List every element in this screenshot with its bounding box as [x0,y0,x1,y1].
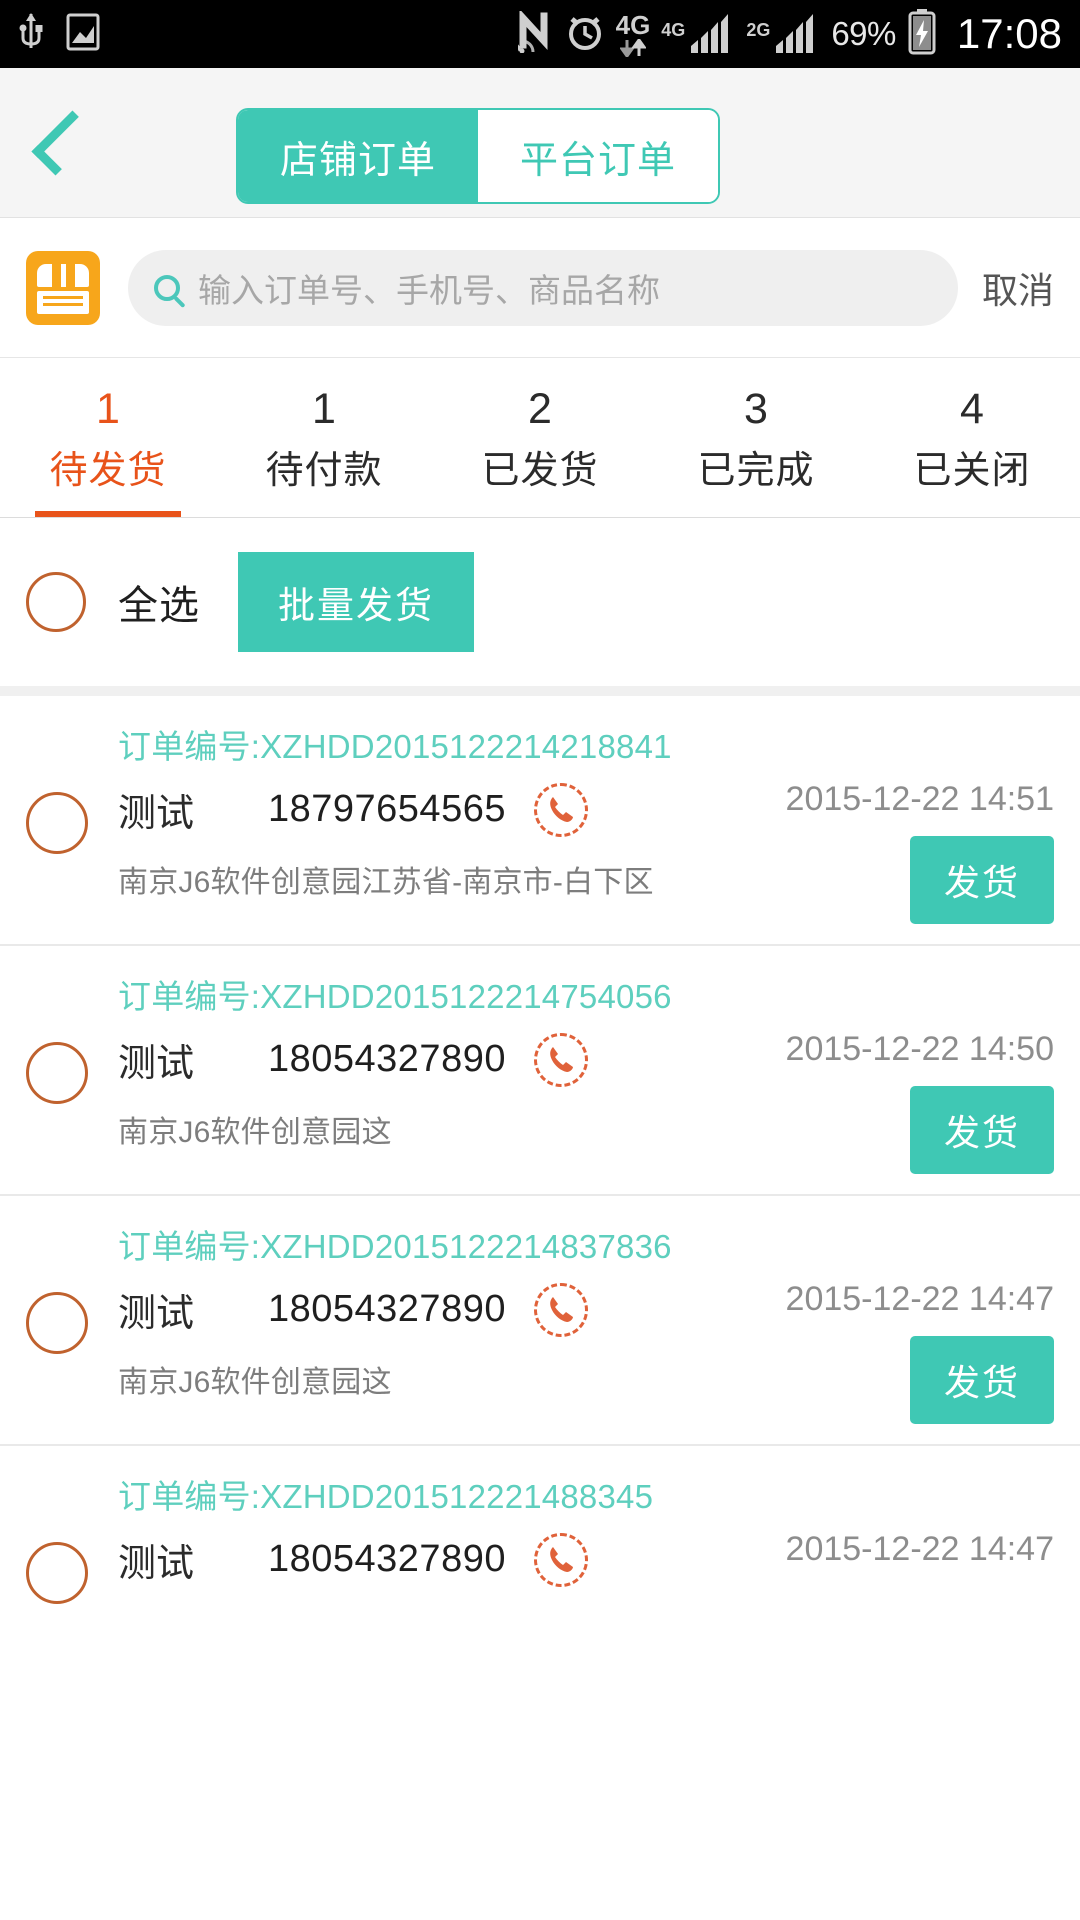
status-tab-label: 已完成 [697,449,815,492]
status-tab-pending-shipment[interactable]: 1 待发货 [0,358,216,517]
customer-name: 测试 [118,1043,195,1085]
phone-call-icon[interactable] [533,782,588,837]
status-tab-label: 已关闭 [913,449,1031,492]
battery-charging-icon [907,8,937,60]
back-button[interactable] [0,68,118,218]
ship-order-button[interactable]: 发货 [909,1086,1054,1174]
cancel-search-button[interactable]: 取消 [982,262,1054,314]
order-list-screen: 4G 4G 2G 69% 17:08 店铺订单 平台订单 输入订单号、手机号、商… [0,0,1080,1920]
ship-order-button[interactable]: 发货 [909,836,1054,924]
customer-phone: 18054327890 [268,1288,506,1330]
status-tab-count: 4 [960,385,984,434]
customer-name: 测试 [118,1543,195,1585]
status-tab-pending-payment[interactable]: 1 待付款 [216,358,432,517]
order-select-checkbox[interactable] [26,792,88,854]
status-tab-label: 待付款 [265,449,383,492]
order-select-checkbox[interactable] [26,1042,88,1104]
status-tab-label: 待发货 [49,449,167,492]
order-timestamp: 2015-12-22 14:51 [785,780,1054,818]
order-number-label: 订单编号:XZHDD2015122214837836 [118,1228,672,1265]
customer-phone: 18054327890 [268,1038,506,1080]
search-input[interactable]: 输入订单号、手机号、商品名称 [128,249,958,326]
store-body-shape [37,290,89,314]
customer-name: 测试 [118,793,195,835]
network-type-tertiary: 2G [746,20,771,40]
store-icon[interactable] [26,250,100,325]
network-type-secondary: 4G [661,20,686,40]
select-all-label: 全选 [118,584,200,628]
status-tab-completed[interactable]: 3 已完成 [648,358,864,517]
phone-call-icon[interactable] [533,1532,588,1587]
status-tab-label: 已发货 [481,449,599,492]
app-header: 店铺订单 平台订单 [0,68,1080,218]
status-tab-closed[interactable]: 4 已关闭 [864,358,1080,517]
table-row[interactable]: 订单编号:XZHDD2015122214218841 测试 1879765456… [0,696,1080,946]
order-number-label: 订单编号:XZHDD2015122214218841 [118,728,672,765]
status-tab-count: 1 [312,385,336,434]
ship-order-button[interactable]: 发货 [909,1336,1054,1424]
batch-ship-button[interactable]: 批量发货 [238,552,474,652]
select-all-checkbox[interactable] [26,572,86,632]
table-row[interactable]: 订单编号:XZHDD201512221488345 测试 18054327890 [0,1446,1080,1626]
customer-phone: 18054327890 [268,1538,506,1580]
chevron-left-icon [31,109,97,176]
status-tab-count: 2 [528,385,552,434]
bulk-action-bar: 全选 批量发货 [0,518,1080,696]
status-bar: 4G 4G 2G 69% 17:08 [0,0,1080,68]
nfc-icon [511,8,554,58]
order-select-checkbox[interactable] [26,1292,88,1354]
order-status-tabs: 1 待发货 1 待付款 2 已发货 3 已完成 4 已关闭 [0,358,1080,518]
status-tab-count: 3 [744,385,768,434]
status-tab-count: 1 [96,385,120,434]
tab-shop-orders[interactable]: 店铺订单 [238,110,478,202]
store-awning-shape [37,263,89,287]
phone-call-icon[interactable] [533,1282,588,1337]
order-list: 订单编号:XZHDD2015122214218841 测试 1879765456… [0,696,1080,1626]
tab-platform-orders[interactable]: 平台订单 [478,110,718,202]
signal-bars-sim2-icon: 2G [746,13,820,55]
order-source-segmented-control: 店铺订单 平台订单 [236,108,720,204]
table-row[interactable]: 订单编号:XZHDD2015122214754056 测试 1805432789… [0,946,1080,1196]
order-timestamp: 2015-12-22 14:47 [785,1280,1054,1318]
order-timestamp: 2015-12-22 14:47 [785,1530,1054,1568]
signal-bars-sim1-icon: 4G [661,13,735,55]
usb-icon [18,12,44,57]
status-bar-clock: 17:08 [956,10,1062,57]
alarm-icon [565,11,605,58]
screenshot-icon [66,13,100,56]
search-placeholder: 输入订单号、手机号、商品名称 [198,271,660,309]
order-number-label: 订单编号:XZHDD2015122214754056 [118,978,672,1015]
table-row[interactable]: 订单编号:XZHDD2015122214837836 测试 1805432789… [0,1196,1080,1446]
customer-phone: 18797654565 [268,788,506,830]
mobile-data-icon: 4G [615,9,651,57]
search-icon [154,274,180,301]
status-tab-shipped[interactable]: 2 已发货 [432,358,648,517]
search-row: 输入订单号、手机号、商品名称 取消 [0,218,1080,358]
order-timestamp: 2015-12-22 14:50 [785,1030,1054,1068]
status-bar-left-icons [18,12,100,57]
network-type-primary: 4G [615,9,651,40]
phone-call-icon[interactable] [533,1032,588,1087]
status-bar-right-icons: 4G 4G 2G 69% 17:08 [511,8,1062,60]
customer-name: 测试 [118,1293,195,1335]
order-number-label: 订单编号:XZHDD201512221488345 [118,1478,654,1515]
battery-percent-label: 69% [831,15,896,52]
order-select-checkbox[interactable] [26,1542,88,1604]
